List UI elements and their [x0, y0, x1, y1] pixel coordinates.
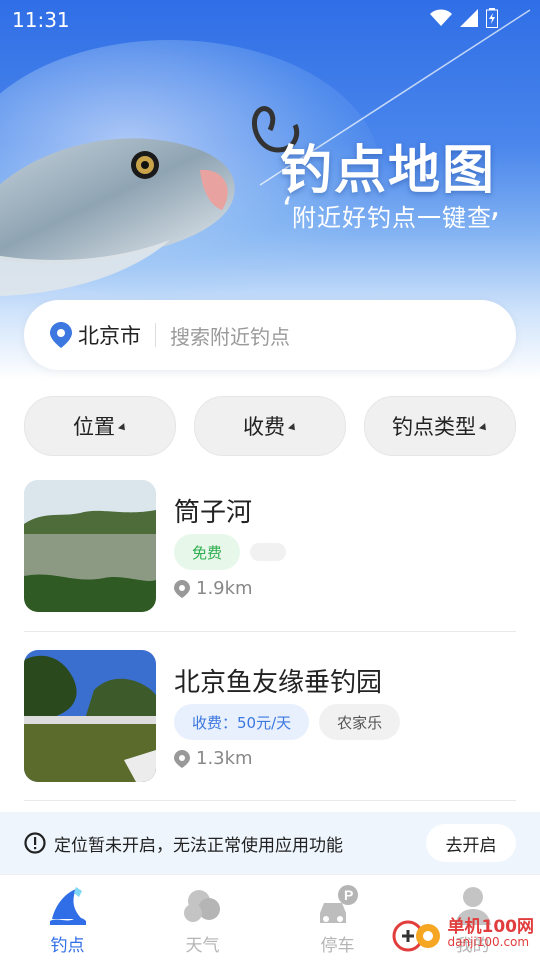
location-pin-icon — [50, 322, 72, 348]
parking-car-icon: P — [319, 885, 358, 923]
exclamation-circle-icon — [24, 832, 46, 854]
status-bar: 11:31 — [0, 0, 540, 36]
spot-tags: 免费 — [174, 534, 287, 570]
spot-distance: 1.9km — [174, 578, 253, 599]
filter-fee-label: 收费 — [243, 415, 285, 439]
spot-thumbnail — [24, 480, 156, 612]
tab-weather[interactable]: 天气 — [135, 875, 270, 961]
fishing-spot-icon — [49, 887, 86, 925]
site-watermark: 单机100网 danji100.com — [392, 914, 535, 954]
dropdown-arrow-icon — [288, 423, 298, 433]
filter-location-label: 位置 — [73, 415, 115, 439]
city-selector[interactable]: 北京市 — [78, 320, 141, 350]
watermark-logo-icon — [392, 920, 440, 952]
weather-cloud-icon — [183, 890, 220, 922]
hero-title: 钓点地图 — [279, 141, 496, 201]
list-divider — [24, 631, 516, 632]
filter-fee-button[interactable]: 收费 — [194, 396, 346, 456]
filter-spot-type-label: 钓点类型 — [392, 415, 476, 439]
dropdown-arrow-icon — [479, 423, 489, 433]
fee-tag: 收费：50元/天 — [174, 704, 310, 740]
filter-row: 位置 收费 钓点类型 — [24, 396, 516, 456]
search-bar[interactable]: 北京市 搜索附近钓点 — [24, 300, 516, 370]
distance-value: 1.3km — [196, 748, 253, 769]
search-divider — [155, 323, 156, 347]
status-time: 11:31 — [12, 8, 70, 32]
type-tag: 农家乐 — [319, 704, 401, 740]
watermark-text: 单机100网 — [447, 917, 535, 937]
empty-tag — [250, 543, 287, 561]
watermark-url: danji100.com — [447, 935, 530, 949]
search-input[interactable]: 搜索附近钓点 — [170, 321, 290, 350]
list-item[interactable]: 北京鱼友缘垂钓园 收费：50元/天 农家乐 1.3km — [24, 650, 516, 782]
tab-parking[interactable]: P 停车 — [270, 875, 405, 961]
spot-distance: 1.3km — [174, 748, 253, 769]
list-divider — [24, 800, 516, 801]
tab-fishing-spot-label: 钓点 — [50, 936, 85, 956]
enable-location-button[interactable]: 去开启 — [426, 824, 516, 862]
battery-icon — [486, 8, 498, 28]
list-item[interactable]: 筒子河 免费 1.9km — [24, 480, 516, 612]
tab-weather-label: 天气 — [185, 936, 220, 956]
distance-value: 1.9km — [196, 578, 253, 599]
filter-location-button[interactable]: 位置 — [24, 396, 176, 456]
location-notice-banner: 定位暂未开启，无法正常使用应用功能 去开启 — [0, 812, 540, 874]
free-tag: 免费 — [174, 534, 241, 570]
signal-icon — [460, 9, 478, 27]
location-pin-icon — [174, 579, 190, 598]
spot-thumbnail — [24, 650, 156, 782]
location-pin-icon — [174, 749, 190, 768]
spot-tags: 收费：50元/天 农家乐 — [174, 704, 401, 740]
filter-spot-type-button[interactable]: 钓点类型 — [364, 396, 516, 456]
tab-fishing-spot[interactable]: 钓点 — [0, 875, 135, 961]
spot-name: 筒子河 — [174, 498, 253, 528]
quote-mark-right: ’ — [489, 206, 500, 246]
notice-text: 定位暂未开启，无法正常使用应用功能 — [54, 835, 343, 856]
hero-subtitle: 附近好钓点一键查 — [292, 204, 492, 232]
wifi-icon — [430, 9, 452, 26]
dropdown-arrow-icon — [118, 423, 128, 433]
tab-parking-label: 停车 — [320, 936, 355, 956]
spot-name: 北京鱼友缘垂钓园 — [174, 668, 383, 698]
svg-text:P: P — [344, 887, 353, 903]
